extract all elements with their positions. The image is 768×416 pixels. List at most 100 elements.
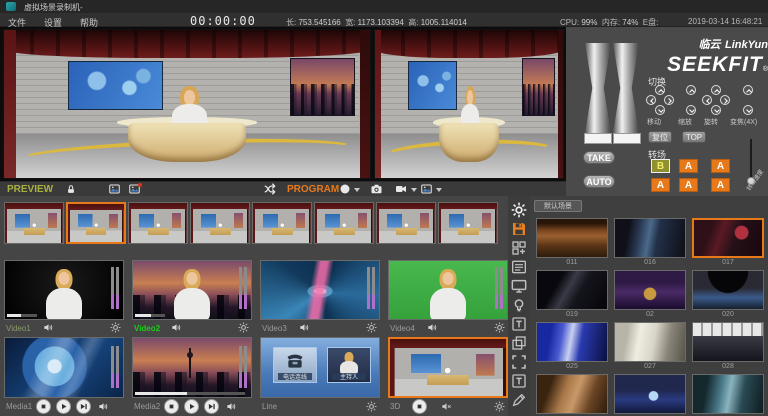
video2-gear-icon[interactable] xyxy=(238,322,249,333)
layers-icon[interactable] xyxy=(511,335,527,351)
preset-thumb-1[interactable] xyxy=(4,202,64,244)
media2-speaker-icon[interactable] xyxy=(225,401,238,412)
bottom-section: Video1 Video2 Video3 Video4 xyxy=(0,196,768,416)
rotate-left-button[interactable] xyxy=(702,95,712,105)
preset-thumb-7[interactable] xyxy=(376,202,436,244)
media2-stop-button[interactable] xyxy=(164,399,179,414)
studio3d-thumb[interactable] xyxy=(388,337,508,398)
program-monitor[interactable] xyxy=(374,29,564,179)
draw-icon[interactable] xyxy=(511,392,527,408)
rotate-right-button[interactable] xyxy=(720,95,730,105)
scene-tab-default[interactable]: 默认场景 xyxy=(534,200,582,212)
media1-next-button[interactable] xyxy=(76,399,91,414)
light-icon[interactable] xyxy=(511,297,527,313)
video4-gear-icon[interactable] xyxy=(494,322,505,333)
scene-thumb-016[interactable] xyxy=(614,218,686,258)
preview-monitor[interactable] xyxy=(3,29,371,179)
transition-a2-button[interactable]: A xyxy=(711,159,730,173)
tbar-handle-right[interactable] xyxy=(613,133,641,144)
tbar-paddle-right[interactable] xyxy=(613,43,639,133)
scene-thumb-row4-3[interactable] xyxy=(692,374,764,414)
scene-thumb-02[interactable] xyxy=(614,270,686,310)
swap-icon[interactable] xyxy=(258,182,282,196)
scale-down-button[interactable] xyxy=(686,105,696,115)
media2-play-button[interactable] xyxy=(184,399,199,414)
transition-b-button[interactable]: B xyxy=(651,159,670,173)
studio3d-speaker-mute-icon[interactable] xyxy=(440,401,453,412)
video1-speaker-icon[interactable] xyxy=(42,322,55,333)
line-thumb[interactable]: 电话连线 主持人 xyxy=(260,337,380,398)
frame-icon[interactable] xyxy=(511,354,527,370)
video1-thumb[interactable] xyxy=(4,260,124,320)
media1-thumb[interactable] xyxy=(4,337,124,398)
transition-a1-button[interactable]: A xyxy=(679,159,698,173)
preset-thumb-4[interactable] xyxy=(190,202,250,244)
scene-thumb-row4-2[interactable] xyxy=(614,374,686,414)
transition-a5-button[interactable]: A xyxy=(711,178,730,192)
settings-icon[interactable] xyxy=(511,202,527,218)
camera-icon[interactable] xyxy=(370,183,383,195)
video2-thumb[interactable] xyxy=(132,260,252,320)
image-output-icon[interactable] xyxy=(420,183,433,195)
scene-thumb-027[interactable] xyxy=(614,322,686,362)
save-icon[interactable] xyxy=(511,221,527,237)
subtitle-icon[interactable] xyxy=(511,373,527,389)
preset-thumb-5[interactable] xyxy=(252,202,312,244)
studio3d-gear-icon[interactable] xyxy=(494,401,505,412)
auto-button[interactable]: AUTO xyxy=(583,175,615,188)
media1-play-button[interactable] xyxy=(56,399,71,414)
transition-a4-button[interactable]: A xyxy=(679,178,698,192)
line-label: Line xyxy=(262,402,277,411)
media2-thumb[interactable] xyxy=(132,337,252,398)
video3-gear-icon[interactable] xyxy=(366,322,377,333)
transition-a3-button[interactable]: A xyxy=(651,178,670,192)
video-camera-icon[interactable] xyxy=(394,183,408,195)
video1-gear-icon[interactable] xyxy=(110,322,121,333)
snapshot-icon[interactable] xyxy=(108,183,121,195)
preset-thumb-8[interactable] xyxy=(438,202,498,244)
add-layout-icon[interactable] xyxy=(511,240,527,256)
video2-speaker-icon[interactable] xyxy=(170,322,183,333)
zoom-in-button[interactable] xyxy=(743,85,753,95)
video3-thumb[interactable] xyxy=(260,260,380,320)
video3-speaker-icon[interactable] xyxy=(298,322,311,333)
tbar-paddle-left[interactable] xyxy=(585,43,611,133)
move-right-button[interactable] xyxy=(664,95,674,105)
record-icon[interactable] xyxy=(339,183,351,195)
monitor-icon[interactable] xyxy=(511,278,527,294)
media1-speaker-icon[interactable] xyxy=(97,401,110,412)
text-icon[interactable] xyxy=(511,316,527,332)
media1-stop-button[interactable] xyxy=(36,399,51,414)
list-icon[interactable] xyxy=(511,259,527,275)
image-dropdown-icon[interactable] xyxy=(436,188,442,192)
scene-thumb-020[interactable] xyxy=(692,270,764,310)
video-dropdown-icon[interactable] xyxy=(411,188,417,192)
move-left-button[interactable] xyxy=(646,95,656,105)
preset-thumb-6[interactable] xyxy=(314,202,374,244)
rotate-down-button[interactable] xyxy=(711,105,721,115)
scene-thumb-017-selected[interactable] xyxy=(692,218,764,258)
rotate-up-button[interactable] xyxy=(711,85,721,95)
scale-up-button[interactable] xyxy=(686,85,696,95)
line-gear-icon[interactable] xyxy=(366,401,377,412)
move-down-button[interactable] xyxy=(655,105,665,115)
take-button[interactable]: TAKE xyxy=(583,151,615,164)
lock-icon[interactable] xyxy=(66,184,76,195)
preset-thumb-3[interactable] xyxy=(128,202,188,244)
video4-thumb[interactable] xyxy=(388,260,508,320)
top-button[interactable]: TOP xyxy=(682,131,706,143)
scene-thumb-028[interactable] xyxy=(692,322,764,362)
scene-thumb-019[interactable] xyxy=(536,270,608,310)
move-up-button[interactable] xyxy=(655,85,665,95)
preset-thumb-2-selected[interactable] xyxy=(66,202,126,244)
zoom-out-button[interactable] xyxy=(743,105,753,115)
record-dropdown-icon[interactable] xyxy=(354,188,360,192)
scene-thumb-row4-1[interactable] xyxy=(536,374,608,414)
scene-thumb-011[interactable] xyxy=(536,218,608,258)
scene-thumb-025[interactable] xyxy=(536,322,608,362)
video4-speaker-icon[interactable] xyxy=(426,322,439,333)
tbar-handle-left[interactable] xyxy=(584,133,612,144)
studio3d-stop-button[interactable] xyxy=(412,399,427,414)
media2-next-button[interactable] xyxy=(204,399,219,414)
reset-button[interactable]: 复位 xyxy=(648,131,672,143)
